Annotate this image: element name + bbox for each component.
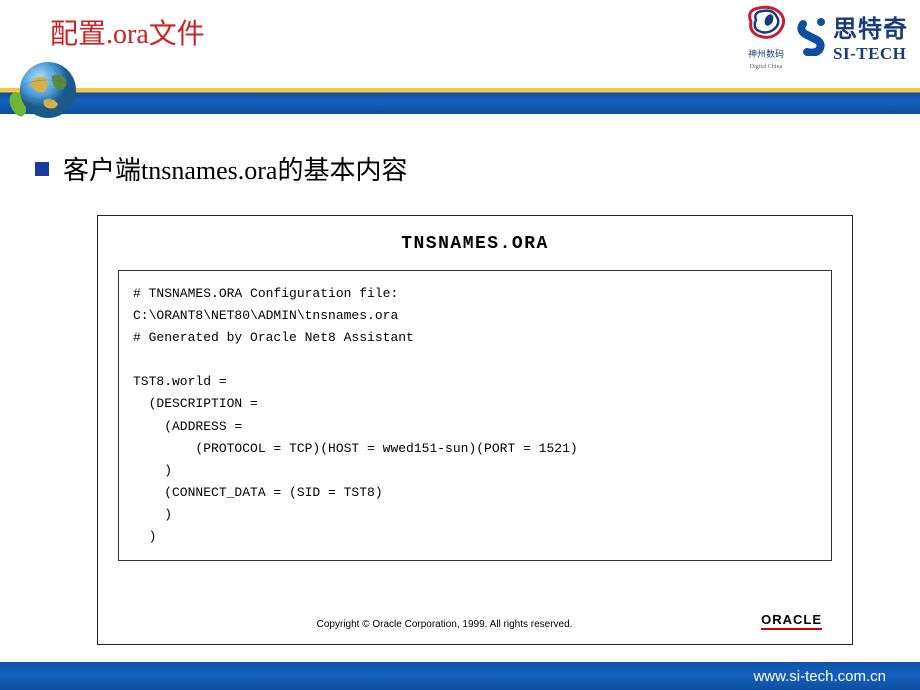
sitech-s-icon	[797, 16, 831, 56]
logo-area: 神州数码 Digital China 思特奇 SI-TECH	[741, 2, 908, 70]
sitech-logo-cn: 思特奇	[833, 9, 908, 44]
dc-logo-cn: 神州数码	[748, 49, 784, 59]
page-title: 配置.ora文件	[50, 12, 205, 52]
sitech-logo: 思特奇 SI-TECH	[797, 9, 908, 64]
footer-bar: www.si-tech.com.cn	[0, 662, 920, 690]
copyright-text: Copyright © Oracle Corporation, 1999. Al…	[317, 619, 573, 630]
digital-china-logo: 神州数码 Digital China	[741, 2, 791, 70]
globe-icon	[8, 56, 80, 128]
dc-swirl-icon	[741, 2, 791, 44]
footer-url: www.si-tech.com.cn	[753, 668, 886, 685]
square-bullet-icon	[35, 162, 49, 176]
oracle-logo: ORACLE	[761, 612, 822, 630]
header: 配置.ora文件 神州数码 Digital China 思特奇 SI-TECH	[0, 0, 920, 88]
bullet-heading: 客户端tnsnames.ora的基本内容	[35, 150, 885, 187]
document-frame: TNSNAMES.ORA # TNSNAMES.ORA Configuratio…	[97, 215, 853, 645]
content-area: 客户端tnsnames.ora的基本内容 TNSNAMES.ORA # TNSN…	[35, 150, 885, 645]
sitech-logo-en: SI-TECH	[833, 44, 908, 64]
bullet-text: 客户端tnsnames.ora的基本内容	[63, 150, 407, 187]
header-bar	[0, 88, 920, 114]
code-block: # TNSNAMES.ORA Configuration file: C:\OR…	[118, 270, 832, 561]
dc-logo-en: Digital China	[750, 64, 783, 70]
doc-footer: Copyright © Oracle Corporation, 1999. Al…	[118, 612, 832, 632]
doc-title: TNSNAMES.ORA	[118, 234, 832, 254]
